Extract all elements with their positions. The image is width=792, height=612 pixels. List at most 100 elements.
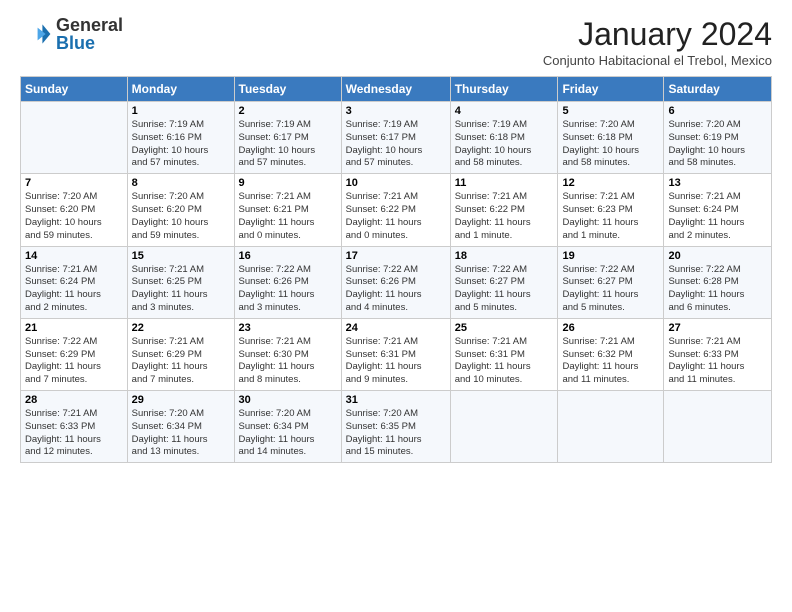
- day-number: 16: [239, 250, 337, 262]
- calendar-container: General Blue January 2024 Conjunto Habit…: [0, 0, 792, 473]
- day-info: Sunrise: 7:21 AMSunset: 6:21 PMDaylight:…: [239, 191, 337, 242]
- calendar-cell: 23 Sunrise: 7:21 AMSunset: 6:30 PMDayligh…: [234, 318, 341, 390]
- day-number: 31: [346, 394, 446, 406]
- weekday-header-sunday: Sunday: [21, 77, 128, 102]
- calendar-cell: 24 Sunrise: 7:21 AMSunset: 6:31 PMDayligh…: [341, 318, 450, 390]
- day-info: Sunrise: 7:21 AMSunset: 6:23 PMDaylight:…: [562, 191, 659, 242]
- calendar-week-row: 21 Sunrise: 7:22 AMSunset: 6:29 PMDayligh…: [21, 318, 772, 390]
- day-number: 14: [25, 250, 123, 262]
- day-number: 10: [346, 177, 446, 189]
- day-info: Sunrise: 7:20 AMSunset: 6:20 PMDaylight:…: [132, 191, 230, 242]
- weekday-header-tuesday: Tuesday: [234, 77, 341, 102]
- day-info: Sunrise: 7:19 AMSunset: 6:17 PMDaylight:…: [239, 119, 337, 170]
- day-number: 3: [346, 105, 446, 117]
- day-number: 27: [668, 322, 767, 334]
- calendar-cell: 5 Sunrise: 7:20 AMSunset: 6:18 PMDaylight…: [558, 102, 664, 174]
- logo: General Blue: [20, 16, 123, 52]
- day-info: Sunrise: 7:21 AMSunset: 6:33 PMDaylight:…: [668, 336, 767, 387]
- calendar-cell: 12 Sunrise: 7:21 AMSunset: 6:23 PMDayligh…: [558, 174, 664, 246]
- day-number: 17: [346, 250, 446, 262]
- day-info: Sunrise: 7:22 AMSunset: 6:26 PMDaylight:…: [239, 264, 337, 315]
- calendar-cell: 3 Sunrise: 7:19 AMSunset: 6:17 PMDaylight…: [341, 102, 450, 174]
- day-number: 24: [346, 322, 446, 334]
- day-number: 23: [239, 322, 337, 334]
- day-number: 19: [562, 250, 659, 262]
- day-number: 12: [562, 177, 659, 189]
- calendar-table: SundayMondayTuesdayWednesdayThursdayFrid…: [20, 76, 772, 463]
- calendar-cell: 18 Sunrise: 7:22 AMSunset: 6:27 PMDayligh…: [450, 246, 558, 318]
- calendar-cell: 28Sunrise: 7:21 AMSunset: 6:33 PMDayligh…: [21, 391, 128, 463]
- day-number: 20: [668, 250, 767, 262]
- weekday-header-row: SundayMondayTuesdayWednesdayThursdayFrid…: [21, 77, 772, 102]
- logo-icon: [20, 18, 52, 50]
- title-block: January 2024 Conjunto Habitacional el Tr…: [543, 16, 772, 68]
- calendar-cell: 25Sunrise: 7:21 AMSunset: 6:31 PMDayligh…: [450, 318, 558, 390]
- day-info: Sunrise: 7:19 AMSunset: 6:17 PMDaylight:…: [346, 119, 446, 170]
- calendar-cell: [450, 391, 558, 463]
- day-info: Sunrise: 7:22 AMSunset: 6:27 PMDaylight:…: [455, 264, 554, 315]
- day-number: 15: [132, 250, 230, 262]
- calendar-week-row: 14 Sunrise: 7:21 AMSunset: 6:24 PMDayligh…: [21, 246, 772, 318]
- calendar-cell: 10 Sunrise: 7:21 AMSunset: 6:22 PMDayligh…: [341, 174, 450, 246]
- weekday-header-wednesday: Wednesday: [341, 77, 450, 102]
- day-info: Sunrise: 7:21 AMSunset: 6:22 PMDaylight:…: [346, 191, 446, 242]
- day-info: Sunrise: 7:20 AMSunset: 6:34 PMDaylight:…: [239, 408, 337, 459]
- day-number: 21: [25, 322, 123, 334]
- day-number: 5: [562, 105, 659, 117]
- calendar-cell: 4Sunrise: 7:19 AMSunset: 6:18 PMDaylight…: [450, 102, 558, 174]
- day-info: Sunrise: 7:20 AMSunset: 6:19 PMDaylight:…: [668, 119, 767, 170]
- day-info: Sunrise: 7:21 AMSunset: 6:22 PMDaylight:…: [455, 191, 554, 242]
- day-info: Sunrise: 7:20 AMSunset: 6:18 PMDaylight:…: [562, 119, 659, 170]
- calendar-cell: 17 Sunrise: 7:22 AMSunset: 6:26 PMDayligh…: [341, 246, 450, 318]
- calendar-cell: [558, 391, 664, 463]
- weekday-header-friday: Friday: [558, 77, 664, 102]
- calendar-cell: [21, 102, 128, 174]
- calendar-cell: 13Sunrise: 7:21 AMSunset: 6:24 PMDayligh…: [664, 174, 772, 246]
- day-number: 1: [132, 105, 230, 117]
- day-number: 6: [668, 105, 767, 117]
- day-info: Sunrise: 7:20 AMSunset: 6:34 PMDaylight:…: [132, 408, 230, 459]
- day-number: 18: [455, 250, 554, 262]
- day-number: 11: [455, 177, 554, 189]
- calendar-week-row: 7 Sunrise: 7:20 AMSunset: 6:20 PMDaylight…: [21, 174, 772, 246]
- day-number: 4: [455, 105, 554, 117]
- day-number: 7: [25, 177, 123, 189]
- logo-text: General Blue: [56, 16, 123, 52]
- calendar-cell: 16 Sunrise: 7:22 AMSunset: 6:26 PMDayligh…: [234, 246, 341, 318]
- day-number: 13: [668, 177, 767, 189]
- day-info: Sunrise: 7:21 AMSunset: 6:30 PMDaylight:…: [239, 336, 337, 387]
- calendar-cell: 27 Sunrise: 7:21 AMSunset: 6:33 PMDayligh…: [664, 318, 772, 390]
- calendar-cell: 14 Sunrise: 7:21 AMSunset: 6:24 PMDayligh…: [21, 246, 128, 318]
- day-number: 22: [132, 322, 230, 334]
- day-info: Sunrise: 7:21 AMSunset: 6:29 PMDaylight:…: [132, 336, 230, 387]
- day-info: Sunrise: 7:21 AMSunset: 6:32 PMDaylight:…: [562, 336, 659, 387]
- day-info: Sunrise: 7:20 AMSunset: 6:35 PMDaylight:…: [346, 408, 446, 459]
- day-info: Sunrise: 7:20 AMSunset: 6:20 PMDaylight:…: [25, 191, 123, 242]
- day-info: Sunrise: 7:21 AMSunset: 6:31 PMDaylight:…: [346, 336, 446, 387]
- calendar-cell: 22 Sunrise: 7:21 AMSunset: 6:29 PMDayligh…: [127, 318, 234, 390]
- day-info: Sunrise: 7:22 AMSunset: 6:26 PMDaylight:…: [346, 264, 446, 315]
- calendar-cell: 6 Sunrise: 7:20 AMSunset: 6:19 PMDaylight…: [664, 102, 772, 174]
- day-info: Sunrise: 7:22 AMSunset: 6:28 PMDaylight:…: [668, 264, 767, 315]
- calendar-cell: 29Sunrise: 7:20 AMSunset: 6:34 PMDayligh…: [127, 391, 234, 463]
- logo-blue-text: Blue: [56, 34, 123, 52]
- calendar-cell: 11 Sunrise: 7:21 AMSunset: 6:22 PMDayligh…: [450, 174, 558, 246]
- calendar-cell: 9 Sunrise: 7:21 AMSunset: 6:21 PMDaylight…: [234, 174, 341, 246]
- header: General Blue January 2024 Conjunto Habit…: [20, 16, 772, 68]
- calendar-cell: 21 Sunrise: 7:22 AMSunset: 6:29 PMDayligh…: [21, 318, 128, 390]
- calendar-week-row: 28Sunrise: 7:21 AMSunset: 6:33 PMDayligh…: [21, 391, 772, 463]
- calendar-cell: 7 Sunrise: 7:20 AMSunset: 6:20 PMDaylight…: [21, 174, 128, 246]
- weekday-header-monday: Monday: [127, 77, 234, 102]
- day-number: 25: [455, 322, 554, 334]
- day-info: Sunrise: 7:22 AMSunset: 6:29 PMDaylight:…: [25, 336, 123, 387]
- weekday-header-saturday: Saturday: [664, 77, 772, 102]
- calendar-cell: [664, 391, 772, 463]
- day-number: 8: [132, 177, 230, 189]
- day-number: 9: [239, 177, 337, 189]
- day-number: 26: [562, 322, 659, 334]
- calendar-cell: 19 Sunrise: 7:22 AMSunset: 6:27 PMDayligh…: [558, 246, 664, 318]
- weekday-header-thursday: Thursday: [450, 77, 558, 102]
- day-info: Sunrise: 7:22 AMSunset: 6:27 PMDaylight:…: [562, 264, 659, 315]
- day-info: Sunrise: 7:21 AMSunset: 6:24 PMDaylight:…: [25, 264, 123, 315]
- calendar-cell: 26 Sunrise: 7:21 AMSunset: 6:32 PMDayligh…: [558, 318, 664, 390]
